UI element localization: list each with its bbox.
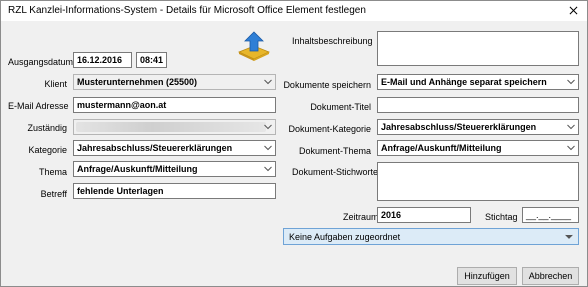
chevron-down-icon — [567, 79, 575, 85]
chevron-down-icon — [264, 166, 272, 172]
redacted-value — [76, 122, 266, 132]
email-label: E-Mail Adresse — [8, 101, 69, 111]
dialog-window: RZL Kanzlei-Informations-System - Detail… — [0, 0, 588, 287]
betreff-label: Betreff — [40, 189, 67, 199]
aufgaben-combobox[interactable]: Keine Aufgaben zugeordnet — [283, 228, 579, 245]
dokumente-speichern-label: Dokumente speichern — [283, 80, 371, 90]
dokumente-speichern-combobox[interactable]: E-Mail und Anhänge separat speichern — [377, 74, 579, 90]
thema-combobox[interactable]: Anfrage/Auskunft/Mitteilung — [73, 161, 276, 177]
klient-combobox[interactable]: Musterunternehmen (25500) — [73, 74, 276, 90]
ausgangsdatum-label: Ausgangsdatum — [8, 57, 74, 67]
dokument-kategorie-label: Dokument-Kategorie — [288, 124, 371, 134]
chevron-down-icon — [567, 124, 575, 130]
ausgangsdatum-date-field[interactable]: 16.12.2016 — [73, 52, 132, 68]
dokument-thema-value: Anfrage/Auskunft/Mitteilung — [381, 143, 502, 153]
inhaltsbeschreibung-label: Inhaltsbeschreibung — [292, 36, 373, 46]
klient-value: Musterunternehmen (25500) — [77, 77, 198, 87]
chevron-down-icon — [264, 124, 272, 130]
kategorie-value: Jahresabschluss/Steuererklärungen — [77, 143, 233, 153]
dokument-titel-field[interactable] — [377, 97, 579, 113]
stichtag-label: Stichtag — [485, 212, 518, 222]
zustaendig-label: Zuständig — [27, 123, 67, 133]
dokument-thema-combobox[interactable]: Anfrage/Auskunft/Mitteilung — [377, 140, 579, 156]
ausgangsdatum-time-field[interactable]: 08:41 — [136, 52, 167, 68]
dokument-kategorie-value: Jahresabschluss/Steuererklärungen — [381, 122, 537, 132]
hinzufuegen-button[interactable]: Hinzufügen — [457, 267, 517, 285]
chevron-down-icon — [264, 145, 272, 151]
betreff-field[interactable]: fehlende Unterlagen — [73, 183, 276, 199]
inhaltsbeschreibung-textarea[interactable] — [377, 31, 579, 66]
dokument-stichworte-label: Dokument-Stichworte — [292, 167, 379, 177]
email-field[interactable]: mustermann@aon.at — [73, 97, 276, 113]
dokument-thema-label: Dokument-Thema — [298, 146, 371, 156]
dokumente-speichern-value: E-Mail und Anhänge separat speichern — [381, 77, 547, 87]
dokument-kategorie-combobox[interactable]: Jahresabschluss/Steuererklärungen — [377, 119, 579, 135]
close-button[interactable] — [563, 2, 583, 19]
thema-label: Thema — [38, 167, 67, 177]
close-icon — [569, 6, 577, 15]
chevron-down-icon — [264, 79, 272, 85]
kategorie-label: Kategorie — [28, 145, 67, 155]
stichtag-field[interactable]: __.__.____ — [522, 207, 579, 223]
zeitraum-label: Zeitraum — [343, 212, 379, 222]
window-title: RZL Kanzlei-Informations-System - Detail… — [8, 5, 366, 16]
thema-value: Anfrage/Auskunft/Mitteilung — [77, 164, 198, 174]
zeitraum-field[interactable]: 2016 — [377, 207, 471, 223]
abbrechen-button[interactable]: Abbrechen — [522, 267, 579, 285]
chevron-down-icon — [567, 145, 575, 151]
dokument-titel-label: Dokument-Titel — [310, 102, 371, 112]
aufgaben-value: Keine Aufgaben zugeordnet — [289, 232, 401, 242]
title-bar: RZL Kanzlei-Informations-System - Detail… — [1, 1, 587, 21]
kategorie-combobox[interactable]: Jahresabschluss/Steuererklärungen — [73, 140, 276, 156]
zustaendig-combobox[interactable] — [73, 119, 276, 135]
dokument-stichworte-textarea[interactable] — [377, 162, 579, 201]
upload-arrow-icon — [237, 31, 271, 61]
klient-label: Klient — [44, 79, 67, 89]
chevron-down-icon — [565, 234, 573, 239]
